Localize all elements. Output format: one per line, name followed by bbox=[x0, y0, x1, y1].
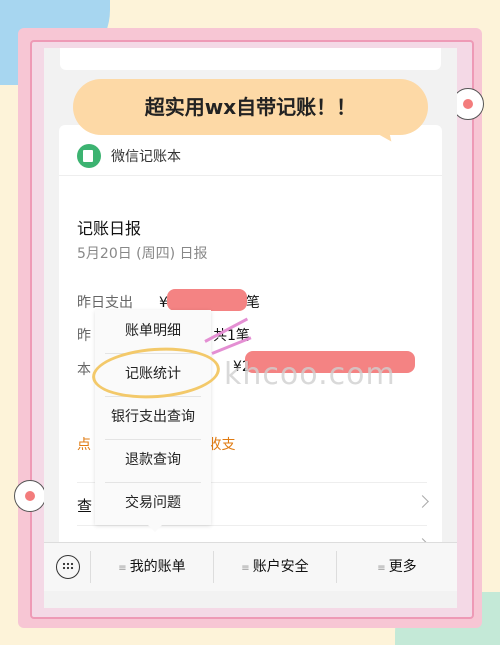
report-subtitle: 5月20日 (周四) 日报 bbox=[77, 246, 208, 262]
report-title: 记账日报 bbox=[77, 219, 142, 238]
my-bill-popup-menu: 账单明细 记账统计 银行支出查询 退款查询 交易问题 bbox=[95, 310, 211, 525]
popup-item-transaction-issues[interactable]: 交易问题 bbox=[95, 482, 211, 525]
row-label: 昨 bbox=[77, 328, 91, 344]
keyboard-icon[interactable] bbox=[56, 555, 80, 579]
row-second: 昨 共1笔 bbox=[77, 325, 250, 345]
bottom-menu-bar: ≡ 我的账单 ≡ 账户安全 ≡ 更多 bbox=[44, 542, 457, 591]
menu-lines-icon: ≡ bbox=[377, 563, 386, 574]
menu-more[interactable]: ≡ 更多 bbox=[337, 543, 457, 591]
app-name: 微信记账本 bbox=[111, 149, 181, 165]
menu-my-bill[interactable]: ≡ 我的账单 bbox=[91, 543, 213, 591]
wechat-ledger-icon bbox=[77, 144, 101, 168]
flower-decoration bbox=[14, 480, 46, 512]
row-yesterday-spend: 昨日支出 ¥ 笔 bbox=[77, 292, 260, 312]
popup-item-bank-spend-query[interactable]: 银行支出查询 bbox=[95, 396, 211, 439]
row-third: 本 ¥2 bbox=[77, 359, 251, 379]
watermark: khcoo.com bbox=[224, 357, 396, 392]
menu-account-security[interactable]: ≡ 账户安全 bbox=[214, 543, 336, 591]
row-label: 昨日支出 bbox=[77, 295, 133, 311]
popup-item-refund-query[interactable]: 退款查询 bbox=[95, 439, 211, 482]
menu-lines-icon: ≡ bbox=[118, 563, 127, 574]
chevron-right-icon bbox=[416, 495, 429, 508]
row-label: 本 bbox=[77, 362, 91, 378]
title-banner: 超实用wx自带记账！！ bbox=[73, 79, 428, 135]
previous-message-card bbox=[60, 48, 441, 70]
redaction-mark bbox=[167, 289, 247, 311]
popup-item-bill-details[interactable]: 账单明细 bbox=[95, 310, 211, 353]
popup-tail bbox=[148, 525, 162, 532]
link-label: 查 bbox=[77, 497, 93, 515]
menu-lines-icon: ≡ bbox=[241, 563, 250, 574]
